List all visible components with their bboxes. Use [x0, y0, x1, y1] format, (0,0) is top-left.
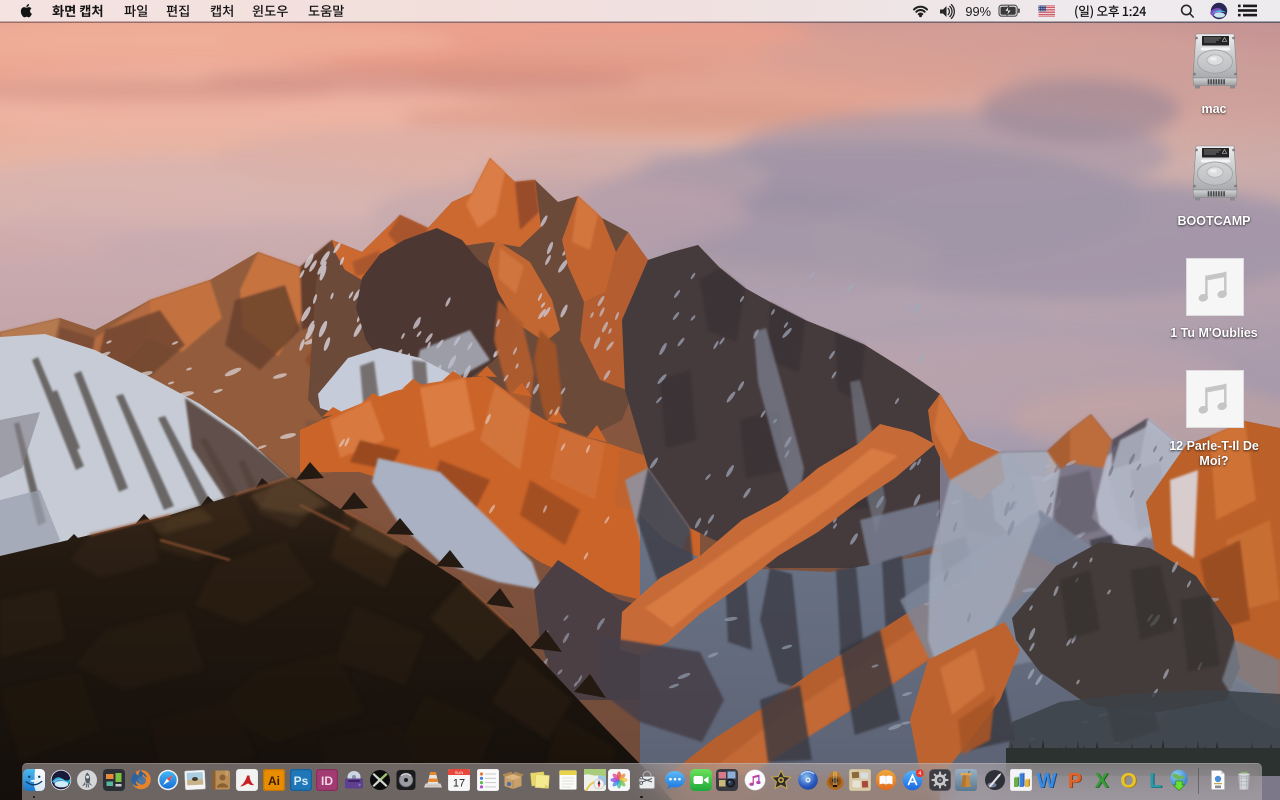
- svg-text:4: 4: [918, 771, 921, 777]
- svg-text:X: X: [1095, 770, 1109, 791]
- svg-text:Ps: Ps: [293, 774, 308, 788]
- svg-text:99%: 99%: [965, 4, 991, 19]
- svg-text:ID: ID: [321, 774, 333, 788]
- svg-text:O: O: [1120, 770, 1136, 791]
- svg-text:L: L: [1149, 770, 1162, 791]
- svg-text:P: P: [1068, 770, 1082, 791]
- svg-text:Ai: Ai: [268, 774, 280, 788]
- svg-text:17: 17: [452, 778, 464, 790]
- svg-text:W: W: [1036, 770, 1056, 791]
- svg-text:SUN: SUN: [454, 770, 463, 775]
